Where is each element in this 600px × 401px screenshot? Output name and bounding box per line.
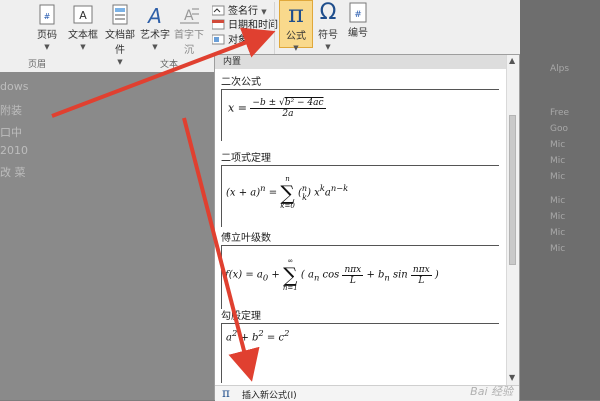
bg-text: Mic bbox=[550, 156, 566, 166]
doc-line: 2010 bbox=[0, 144, 28, 157]
svg-text:#: # bbox=[44, 12, 51, 21]
doc-line: 改 菜 bbox=[0, 166, 26, 179]
gallery-item-title: 二项式定理 bbox=[221, 153, 271, 164]
dropcap-button[interactable]: A 首字下沉 bbox=[170, 4, 208, 56]
quadratic-formula: x = −b ± √b² − 4ac 2a bbox=[228, 98, 326, 119]
pi-icon: π bbox=[222, 386, 230, 400]
bg-text: Mic bbox=[550, 228, 566, 238]
text-box-button[interactable]: A 文本框 ▼ bbox=[66, 4, 100, 52]
document-parts-icon bbox=[112, 4, 128, 25]
wordart-icon: A bbox=[146, 4, 162, 26]
equation-gallery: 内置 二次公式 x = −b ± √b² − 4ac 2a 二项式定理 (x + … bbox=[214, 54, 520, 401]
svg-text:A: A bbox=[146, 4, 162, 26]
dropcap-icon: A bbox=[180, 8, 199, 24]
bg-text: Mic bbox=[550, 244, 566, 254]
doc-line: dows bbox=[0, 80, 29, 93]
equation-button[interactable]: π 公式 ▼ bbox=[279, 0, 313, 52]
bg-text: Alps bbox=[550, 64, 570, 74]
page-number-icon: # bbox=[39, 4, 55, 25]
svg-text:A: A bbox=[184, 8, 194, 24]
watermark: Bai 经验 bbox=[470, 385, 513, 398]
fourier-formula: f(x) = a0 + ∞ ∑ n=1 ( an cos nπx L + bn sin… bbox=[225, 257, 439, 292]
wordart-button[interactable]: A 艺术字 ▼ bbox=[140, 4, 170, 52]
calendar-icon bbox=[212, 19, 225, 30]
object-button[interactable]: 对象 bbox=[212, 31, 248, 46]
insert-new-equation-button[interactable]: π 插入新公式(I) Bai 经验 bbox=[215, 385, 519, 401]
binomial-formula: (x + a)n = n ∑ k=0 (n k) xkan−k bbox=[226, 175, 349, 210]
document-area: dows 附装 口中 2010 改 菜 bbox=[0, 72, 214, 400]
gallery-scrollbar[interactable]: ▲ ▼ bbox=[506, 55, 519, 385]
gallery-item-pythagorean[interactable]: a2 + b2 = c2 bbox=[221, 323, 499, 383]
pythagorean-formula: a2 + b2 = c2 bbox=[226, 328, 290, 344]
doc-line: 附装 bbox=[0, 104, 22, 117]
scroll-thumb[interactable] bbox=[509, 115, 516, 265]
gallery-item-title: 二次公式 bbox=[221, 77, 261, 88]
doc-line: 口中 bbox=[0, 126, 22, 139]
numbering-icon: # bbox=[349, 2, 367, 23]
symbol-button[interactable]: Ω 符号 ▼ bbox=[314, 0, 342, 52]
bg-text: Mic bbox=[550, 140, 566, 150]
bg-text: Free bbox=[550, 108, 570, 118]
omega-icon: Ω bbox=[319, 0, 337, 25]
page-number-button[interactable]: # 页码 ▼ bbox=[32, 4, 62, 52]
svg-text:A: A bbox=[79, 9, 87, 22]
svg-text:#: # bbox=[354, 10, 362, 20]
bg-text: Mic bbox=[550, 172, 566, 182]
gallery-item-title: 傅立叶级数 bbox=[221, 233, 271, 244]
background-window: Alps Free Goo Mic Mic Mic Mic Mic Mic Mi… bbox=[520, 0, 600, 400]
bg-text: Mic bbox=[550, 212, 566, 222]
gallery-header: 内置 bbox=[215, 55, 507, 69]
gallery-item-binomial[interactable]: (x + a)n = n ∑ k=0 (n k) xkan−k bbox=[221, 165, 499, 227]
bg-text: Mic bbox=[550, 196, 566, 206]
gallery-item-fourier[interactable]: f(x) = a0 + ∞ ∑ n=1 ( an cos nπx L + bn sin… bbox=[221, 245, 499, 309]
group-label-header-footer: 页眉 bbox=[28, 60, 47, 70]
object-icon bbox=[212, 34, 225, 45]
numbering-button[interactable]: # 编号 bbox=[344, 2, 372, 39]
text-box-icon: A bbox=[73, 5, 93, 24]
signature-line-button[interactable]: 签名行 ▼ bbox=[212, 2, 267, 17]
bg-text: Goo bbox=[550, 124, 568, 134]
document-parts-button[interactable]: 文档部件 ▼ bbox=[102, 4, 138, 67]
scroll-up-icon[interactable]: ▲ bbox=[509, 56, 515, 65]
pi-icon: π bbox=[288, 0, 304, 28]
date-time-button[interactable]: 日期和时间 bbox=[212, 16, 278, 31]
signature-icon bbox=[212, 5, 225, 16]
group-label-text: 文本 bbox=[160, 60, 179, 70]
gallery-item-title: 勾股定理 bbox=[221, 311, 261, 322]
scroll-down-icon[interactable]: ▼ bbox=[509, 373, 515, 382]
gallery-item-quadratic[interactable]: x = −b ± √b² − 4ac 2a bbox=[221, 89, 499, 141]
